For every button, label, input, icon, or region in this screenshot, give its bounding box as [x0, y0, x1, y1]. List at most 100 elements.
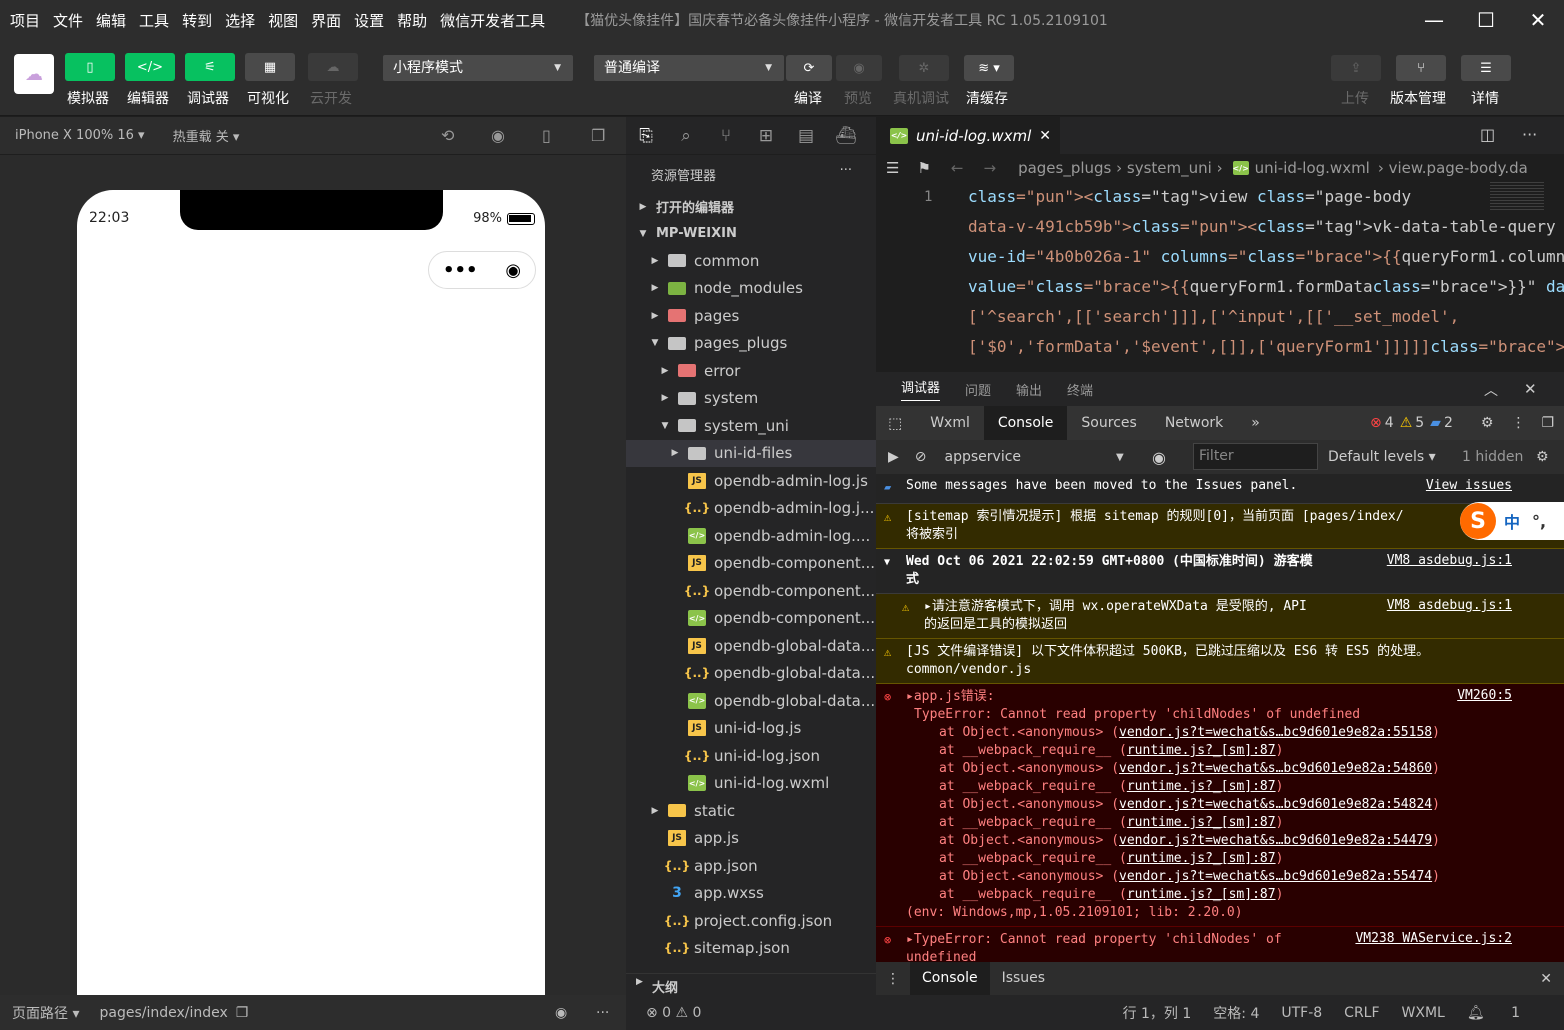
stack-frame-link[interactable]: runtime.js?_[sm]:87: [1127, 815, 1276, 830]
compile-button[interactable]: ⟳: [786, 55, 832, 81]
bookmark-icon[interactable]: ⚑: [917, 159, 930, 177]
tree-item[interactable]: ▶ node_modules: [626, 275, 876, 303]
tree-item[interactable]: {..} app.json: [626, 852, 876, 880]
tree-item[interactable]: 3 app.wxss: [626, 880, 876, 908]
details-button[interactable]: ☰: [1461, 55, 1511, 81]
stack-frame-link[interactable]: runtime.js?_[sm]:87: [1127, 779, 1276, 794]
more-vertical-icon[interactable]: ⋮: [1511, 415, 1525, 431]
breadcrumb[interactable]: pages_plugs › system_uni ›: [1018, 159, 1223, 177]
more-icon[interactable]: ···: [596, 1005, 609, 1021]
remote-debug-button[interactable]: ✲: [899, 55, 949, 81]
debugger-button[interactable]: ⚟: [185, 53, 235, 81]
stack-frame-link[interactable]: vendor.js?t=wechat&s…bc9d601e9e82a:55158: [1119, 725, 1432, 740]
tree-item[interactable]: </> opendb-component...: [626, 605, 876, 633]
back-icon[interactable]: ←: [951, 159, 964, 177]
files-icon[interactable]: ⎘: [626, 126, 666, 146]
indent-setting[interactable]: 空格: 4: [1213, 1003, 1259, 1023]
mode-select[interactable]: 小程序模式 ▼: [383, 55, 573, 81]
split-editor-icon[interactable]: ◫: [1480, 125, 1495, 144]
source-link[interactable]: VM8 asdebug.js:1: [1387, 598, 1512, 613]
tree-item[interactable]: JS uni-id-log.js: [626, 715, 876, 743]
phone-icon[interactable]: ▯: [542, 126, 551, 145]
close-icon[interactable]: ✕: [1512, 0, 1564, 40]
tree-item[interactable]: ▶ system: [626, 385, 876, 413]
menu-item[interactable]: 编辑: [96, 10, 126, 31]
tree-item[interactable]: {..} opendb-admin-log.j...: [626, 495, 876, 523]
tree-item[interactable]: ▶ static: [626, 797, 876, 825]
line-ending[interactable]: CRLF: [1344, 1005, 1379, 1021]
tree-item[interactable]: {..} opendb-global-data...: [626, 660, 876, 688]
breadcrumb-node[interactable]: › view.page-body.da: [1378, 159, 1528, 177]
menu-item[interactable]: 视图: [268, 10, 298, 31]
panel-tab[interactable]: 终端: [1067, 380, 1093, 399]
source-link[interactable]: VM260:5: [1457, 688, 1512, 703]
devtools-tab[interactable]: Sources: [1067, 406, 1150, 440]
tree-item[interactable]: JS opendb-admin-log.js: [626, 467, 876, 495]
rotate-icon[interactable]: ⟲: [441, 126, 454, 145]
tree-item[interactable]: ▶ common: [626, 247, 876, 275]
copy-icon[interactable]: ❐: [236, 1005, 249, 1021]
dock-icon[interactable]: ❐: [1541, 415, 1554, 431]
forward-icon[interactable]: →: [983, 159, 996, 177]
source-link[interactable]: VM8 asdebug.js:1: [1387, 553, 1512, 568]
gear-icon[interactable]: ⚙: [1536, 449, 1549, 465]
close-icon[interactable]: ✕: [1039, 128, 1051, 144]
tree-item[interactable]: {..} uni-id-log.json: [626, 742, 876, 770]
tree-item[interactable]: ▼ pages_plugs: [626, 330, 876, 358]
source-link[interactable]: VM238 WAService.js:2: [1355, 931, 1512, 946]
tree-item[interactable]: JS app.js: [626, 825, 876, 853]
drawer-menu-icon[interactable]: ⋮: [886, 971, 900, 987]
extensions-icon[interactable]: ⊞: [746, 126, 786, 146]
menu-item[interactable]: 微信开发者工具: [440, 10, 545, 31]
stack-frame-link[interactable]: vendor.js?t=wechat&s…bc9d601e9e82a:55474: [1119, 869, 1432, 884]
menu-item[interactable]: 界面: [311, 10, 341, 31]
devtools-tab[interactable]: Console: [983, 406, 1068, 440]
console-output[interactable]: ▰ Some messages have been moved to the I…: [876, 474, 1564, 962]
tree-item[interactable]: JS opendb-component...: [626, 550, 876, 578]
menu-item[interactable]: 帮助: [397, 10, 427, 31]
more-icon[interactable]: •••: [443, 260, 478, 281]
maximize-icon[interactable]: ☐: [1460, 0, 1512, 40]
tree-item[interactable]: ▶ error: [626, 357, 876, 385]
encoding[interactable]: UTF-8: [1281, 1005, 1322, 1021]
minimap[interactable]: [1490, 182, 1544, 212]
tree-item[interactable]: </> opendb-admin-log....: [626, 522, 876, 550]
preview-button[interactable]: ◉: [836, 55, 882, 81]
tab-issues[interactable]: Issues: [990, 962, 1058, 995]
chevron-up-icon[interactable]: ︿: [1484, 380, 1498, 400]
menu-item[interactable]: 文件: [53, 10, 83, 31]
message-counts[interactable]: ⊗ 4 ⚠ 5 ▰ 2: [1370, 415, 1453, 431]
tree-item[interactable]: {..} opendb-component...: [626, 577, 876, 605]
devtools-tab[interactable]: »: [1237, 406, 1274, 440]
stack-frame-link[interactable]: vendor.js?t=wechat&s…bc9d601e9e82a:54860: [1119, 761, 1432, 776]
close-panel-icon[interactable]: ✕: [1524, 380, 1537, 398]
popout-icon[interactable]: ❐: [591, 126, 605, 145]
miniprogram-capsule[interactable]: ••• ◉: [428, 251, 536, 289]
close-drawer-icon[interactable]: ✕: [1540, 971, 1552, 987]
compile-select[interactable]: 普通编译 ▼: [594, 55, 784, 81]
outline-section[interactable]: ▶ 大纲: [626, 973, 876, 996]
simulator-button[interactable]: ▯: [65, 53, 115, 81]
inspect-icon[interactable]: ⬚: [876, 414, 916, 432]
search-icon[interactable]: ⌕: [666, 126, 706, 146]
eye-icon[interactable]: ◉: [555, 1005, 567, 1021]
version-button[interactable]: ⑂: [1396, 55, 1446, 81]
list-icon[interactable]: ☰: [886, 159, 899, 177]
page-path-label[interactable]: 页面路径 ▾: [12, 1003, 79, 1023]
notifications[interactable]: 🔔︎ 1: [1467, 1005, 1542, 1021]
avatar[interactable]: ☁: [14, 54, 54, 94]
devtools-tab[interactable]: Network: [1151, 406, 1237, 440]
context-select[interactable]: appservice: [945, 449, 1022, 465]
editor-button[interactable]: </>: [125, 53, 175, 81]
tree-item[interactable]: {..} sitemap.json: [626, 935, 876, 963]
upload-button[interactable]: ⇪: [1331, 55, 1381, 81]
minimize-icon[interactable]: —: [1408, 0, 1460, 40]
docker-icon[interactable]: ⛴: [826, 126, 866, 146]
more-icon[interactable]: ···: [840, 163, 852, 178]
stack-frame-link[interactable]: runtime.js?_[sm]:87: [1127, 851, 1276, 866]
target-icon[interactable]: ◉: [505, 260, 521, 281]
menu-item[interactable]: 转到: [182, 10, 212, 31]
menu-item[interactable]: 工具: [139, 10, 169, 31]
problems-status[interactable]: ⊗ 0 ⚠ 0: [626, 995, 876, 1030]
console-message-group[interactable]: ▼ Wed Oct 06 2021 22:02:59 GMT+0800 (中国标…: [876, 549, 1564, 594]
